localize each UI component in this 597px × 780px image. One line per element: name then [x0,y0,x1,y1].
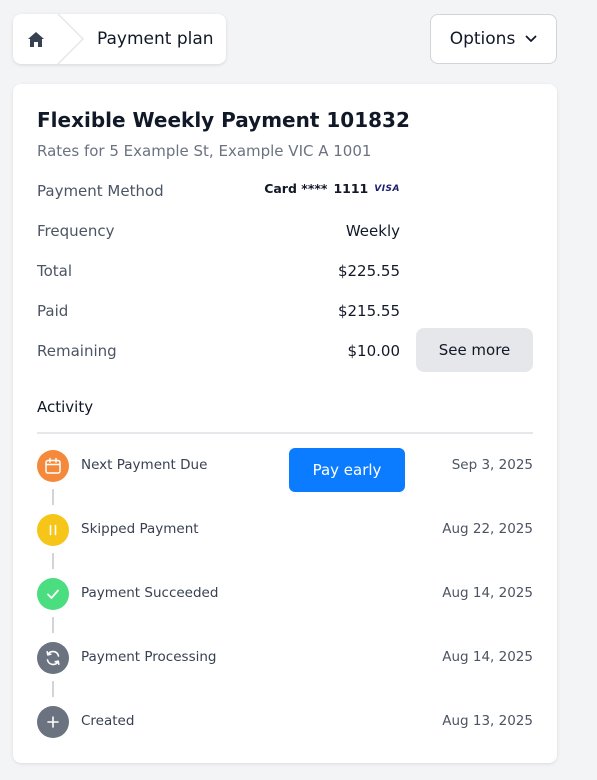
breadcrumb-current[interactable]: Payment plan [97,14,214,64]
timeline-label: Payment Succeeded [81,585,219,601]
timeline-label: Created [81,713,135,729]
remaining-value: $10.00 [347,342,401,360]
activity-divider [37,432,533,434]
timeline-label: Payment Processing [81,649,217,665]
plan-subtitle: Rates for 5 Example St, Example VIC A 10… [37,142,372,160]
paid-value: $215.55 [337,302,400,320]
timeline-date: Aug 14, 2025 [442,649,533,665]
activity-heading: Activity [37,398,94,416]
frequency-label: Frequency [37,222,115,240]
card-last4: 1111 [333,181,369,196]
timeline-label: Next Payment Due [81,457,208,473]
timeline-date: Aug 13, 2025 [442,713,533,729]
timeline-icon-skipped [37,514,69,546]
timeline-connector [52,681,54,697]
visa-logo-icon: VISA [374,183,400,194]
breadcrumb-separator [57,14,85,64]
plus-icon [47,716,59,728]
breadcrumb: Payment plan [13,14,226,64]
plan-title: Flexible Weekly Payment 101832 [37,108,410,132]
frequency-value: Weekly [345,222,400,240]
options-button[interactable]: Options [430,14,557,64]
paid-label: Paid [37,302,69,320]
refresh-icon [46,650,60,666]
timeline-connector [52,489,54,505]
breadcrumb-home[interactable] [13,14,59,64]
check-icon [47,589,59,599]
timeline-connector [52,553,54,569]
total-value: $225.55 [337,262,400,280]
remaining-label: Remaining [37,342,117,360]
see-more-button[interactable]: See more [416,328,533,372]
chevron-down-icon [525,35,537,42]
card-number-prefix: Card **** [264,181,328,196]
timeline-date: Sep 3, 2025 [451,457,533,473]
calendar-icon [45,457,61,474]
options-label: Options [449,29,516,49]
payment-plan-card: Flexible Weekly Payment 101832 Rates for… [13,84,557,763]
timeline-date: Aug 14, 2025 [442,585,533,601]
timeline-connector [52,617,54,633]
timeline-icon-created [37,706,69,738]
timeline-label: Skipped Payment [81,521,199,537]
payment-method-label: Payment Method [37,182,164,200]
pay-early-button[interactable]: Pay early [289,448,405,492]
timeline-icon-next-payment [37,450,69,482]
home-icon [28,31,44,47]
timeline-icon-processing [37,642,69,674]
timeline-icon-succeeded [37,578,69,610]
total-label: Total [37,262,73,280]
payment-method-value: Card **** 1111 VISA [264,181,400,196]
timeline-date: Aug 22, 2025 [442,521,533,537]
pause-icon [49,524,57,536]
